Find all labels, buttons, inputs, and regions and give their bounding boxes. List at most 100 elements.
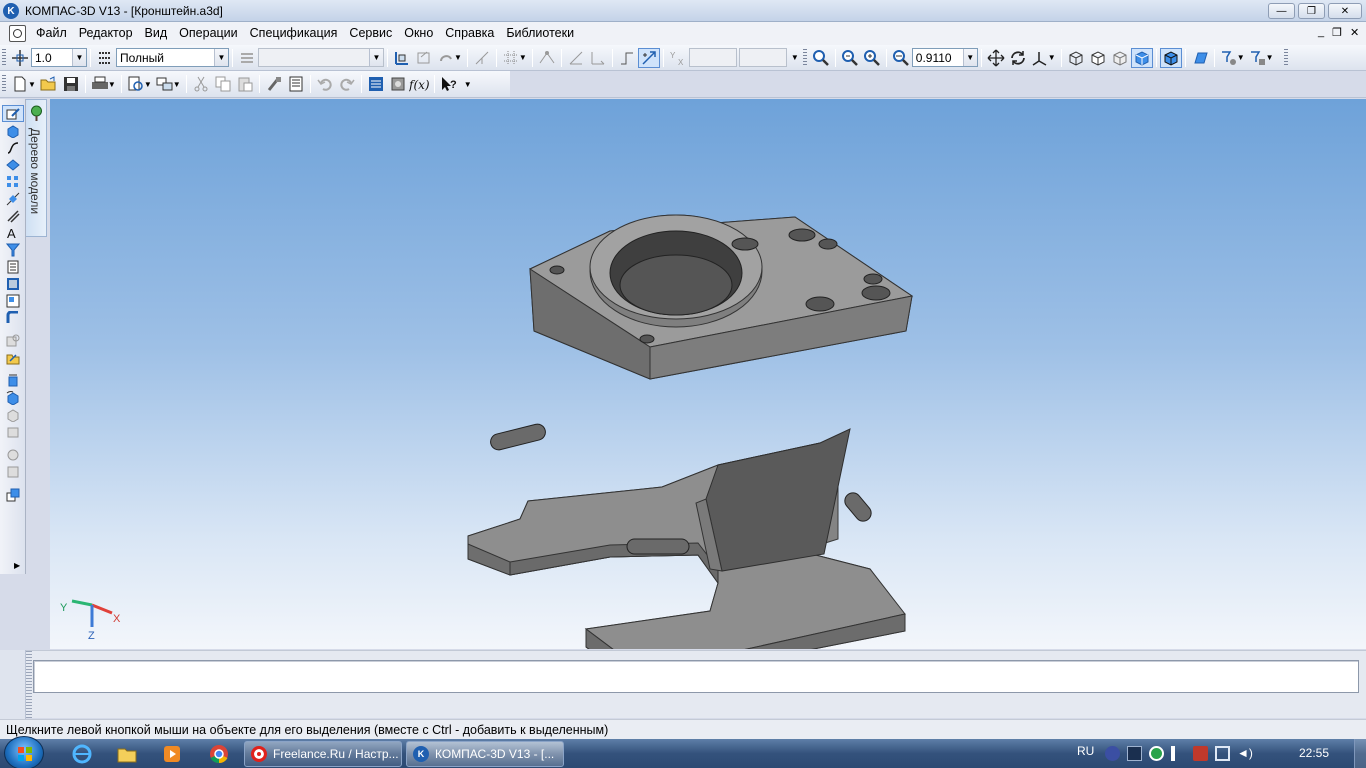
tray-monitor-icon[interactable] [1127,746,1142,761]
context-help-icon[interactable]: ? [438,74,460,94]
wireframe-icon[interactable] [1065,48,1087,68]
filters-icon[interactable] [2,241,24,258]
variables-icon[interactable]: f(x) [409,74,431,94]
model-viewport[interactable]: Y X Z [50,99,1366,649]
local-cs-icon[interactable] [391,48,413,68]
task-freelance[interactable]: Freelance.Ru / Настр... [244,741,402,767]
shaded-edges-icon[interactable] [1159,47,1182,68]
close-button[interactable]: ✕ [1328,3,1362,19]
reports-icon[interactable] [2,275,24,292]
menu-editor[interactable]: Редактор [73,22,139,45]
library-manager-icon[interactable] [387,74,409,94]
menu-view[interactable]: Вид [139,22,174,45]
arrays-icon[interactable] [2,173,24,190]
view-mode-combo[interactable]: Полный ▼ [116,48,229,67]
properties-icon[interactable] [285,74,307,94]
menu-operations[interactable]: Операции [173,22,243,45]
coord-y-field [738,48,787,67]
format-brush-icon[interactable] [263,74,285,94]
pan-icon[interactable] [985,48,1007,68]
menu-file[interactable]: Файл [30,22,73,45]
start-button[interactable] [4,736,44,768]
view-elements-icon[interactable] [2,292,24,309]
tree-icon [28,105,45,125]
open-sketch-icon[interactable] [2,349,24,366]
snap-icon[interactable] [536,48,558,68]
tray-network-icon[interactable] [1215,746,1230,761]
property-field[interactable] [33,660,1359,693]
svg-text:A: A [7,226,16,240]
expand-arrow-icon[interactable]: ▶ [14,561,20,570]
step-cursor-icon[interactable] [9,48,31,68]
minimize-button[interactable]: — [1268,3,1295,19]
explorer-icon[interactable] [117,744,137,767]
sheet-metal-icon[interactable] [2,309,24,326]
tray-security-icon[interactable] [1193,746,1208,761]
chamfer-icon [2,463,24,480]
ie-icon[interactable] [72,744,92,767]
tray-volume-icon[interactable]: ◄) [1237,746,1253,761]
step-combo[interactable]: 1.0 ▼ [31,48,87,67]
annotations-icon[interactable]: A [2,224,24,241]
save-icon[interactable] [60,74,82,94]
curves-icon[interactable] [2,139,24,156]
components-icon[interactable] [2,486,24,503]
zoom-all-icon[interactable] [839,48,861,68]
menu-libraries[interactable]: Библиотеки [500,22,580,45]
style-combo: ▼ [258,48,384,67]
specification-icon[interactable] [2,258,24,275]
open-folder-icon[interactable] [38,74,60,94]
manager-icon[interactable] [365,74,387,94]
perspective-icon[interactable] [1189,48,1211,68]
model-tree-tab[interactable]: Дерево модели [26,99,47,237]
zoom-in-icon[interactable] [861,48,883,68]
paste-icon [234,74,256,94]
media-player-icon[interactable] [162,744,182,767]
menu-window[interactable]: Окно [398,22,439,45]
task-kompas-label: КОМПАС-3D V13 - [... [435,747,555,761]
shaded-icon[interactable] [1130,47,1153,68]
extrude-icon[interactable] [2,372,24,389]
auto-snap-icon[interactable] [637,47,660,68]
rotate-icon[interactable] [1007,48,1029,68]
step-line-icon[interactable] [616,48,638,68]
coord-x-field [688,48,737,67]
surfaces-icon[interactable] [2,156,24,173]
menu-help[interactable]: Справка [439,22,500,45]
part-model[interactable] [50,99,1366,649]
tray-flag-icon[interactable] [1171,746,1186,761]
language-indicator[interactable]: RU [1077,744,1094,758]
edit-part-icon[interactable] [2,105,24,122]
thin-lines-icon[interactable] [1109,48,1131,68]
chrome-icon[interactable] [209,744,229,767]
maximize-button[interactable]: ❐ [1298,3,1325,19]
tray-green-icon[interactable] [1149,746,1164,761]
zoom-value: 0.9110 [915,50,952,65]
tray-flash-icon[interactable] [1105,746,1120,761]
document-icon[interactable] [9,25,26,42]
hidden-lines-icon[interactable] [1087,48,1109,68]
windows-logo-icon [18,747,32,761]
zoom-window-icon[interactable] [810,48,832,68]
redo-icon [336,74,358,94]
doc-minimize-button[interactable]: _ [1318,26,1324,39]
doc-restore-button[interactable]: ❐ [1332,26,1342,39]
menu-specification[interactable]: Спецификация [244,22,344,45]
revolve-icon[interactable] [2,389,24,406]
menu-service[interactable]: Сервис [343,22,398,45]
dimensions-icon[interactable] [2,207,24,224]
zoom-scale-icon[interactable] [890,48,912,68]
task-kompas[interactable]: K КОМПАС-3D V13 - [... [406,741,564,767]
loft-icon [2,406,24,423]
svg-text:X: X [678,58,684,67]
clock[interactable]: 22:55 [1299,746,1329,760]
doc-close-button[interactable]: ✕ [1350,26,1359,39]
show-desktop-button[interactable] [1354,739,1366,768]
kompas-app-icon[interactable]: K [3,3,19,19]
aux-geometry-icon[interactable] [2,190,24,207]
zoom-combo[interactable]: 0.9110 ▼ [911,48,978,67]
layers-icon[interactable] [94,48,116,68]
tree-tab-label: Дерево модели [28,128,42,215]
solid-ops-icon[interactable] [2,122,24,139]
view-mode-value: Полный [120,50,164,65]
